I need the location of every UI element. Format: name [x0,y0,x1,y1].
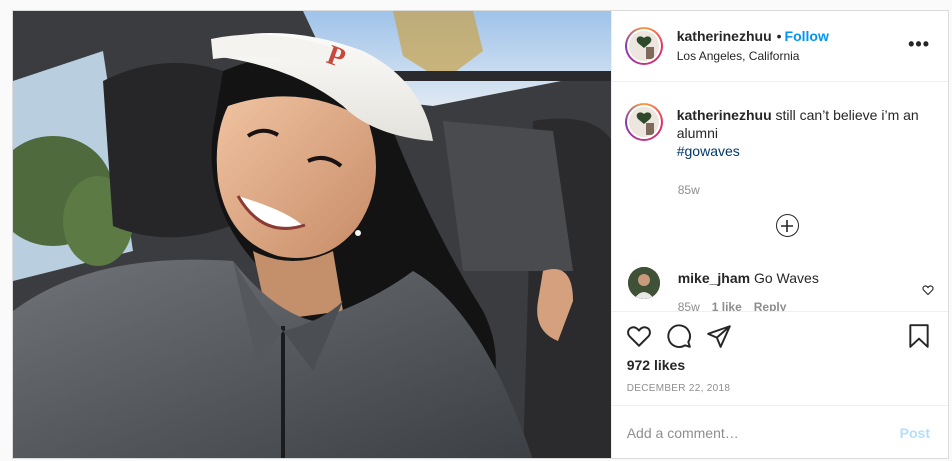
separator-dot: • [776,28,782,45]
caption: katherinezhuu still can’t believe i’m an… [624,103,945,160]
caption-timestamp[interactable]: 85w [678,183,700,197]
comment-input[interactable] [626,425,900,441]
commenter-avatar[interactable] [627,267,660,299]
caption-text: katherinezhuu still can’t believe i’m an… [677,106,939,160]
comment-meta: 85w 1 like Reply [678,300,799,311]
comment-heart-icon[interactable] [922,284,934,296]
comment-timestamp[interactable]: 85w [678,300,700,311]
likes-count[interactable]: 972 likes [627,357,685,373]
post-header: katherinezhuu • Follow Los Angeles, Califo… [611,11,948,82]
post-card: P katherinezhuu • Follow Los Angeles, Ca… [12,10,949,459]
caption-username-link[interactable]: katherinezhuu [677,107,772,123]
location-link[interactable]: Los Angeles, California [677,49,829,64]
add-comment-bar: Post [611,405,948,458]
post-photo[interactable]: P [13,11,611,458]
heart-icon[interactable] [626,323,652,349]
caption-avatar[interactable] [624,103,663,141]
post-date[interactable]: December 22, 2018 [627,383,730,394]
share-icon[interactable] [706,323,732,349]
post-side-panel: katherinezhuu • Follow Los Angeles, Califo… [610,11,948,458]
load-more-comments-button[interactable] [775,214,799,237]
commenter-username-link[interactable]: mike_jham [678,270,750,286]
comment-item: mike_jham Go Waves 85w 1 like Reply [627,267,938,311]
username-link[interactable]: katherinezhuu [677,28,772,44]
plus-circle-icon [781,219,794,232]
avatar[interactable] [624,27,663,65]
more-options-icon[interactable]: ••• [908,35,930,53]
bookmark-icon[interactable] [906,323,932,349]
post-comment-button[interactable]: Post [900,425,930,441]
follow-button[interactable]: Follow [785,28,829,44]
avatar-image [628,31,659,61]
comment-icon[interactable] [666,323,692,349]
action-bar: 972 likes December 22, 2018 [611,311,948,405]
hashtag-link[interactable]: #gowaves [677,142,939,160]
comment-body: Go Waves [753,270,819,286]
reply-button[interactable]: Reply [754,300,787,311]
selfie-image: P [13,11,611,458]
comment-likes[interactable]: 1 like [712,300,742,311]
